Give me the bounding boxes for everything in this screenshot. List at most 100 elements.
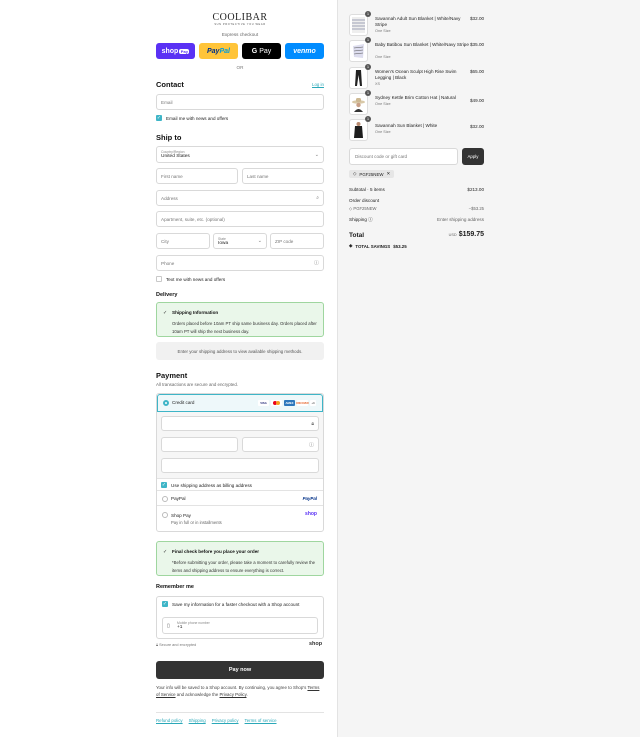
discount-code-value: PGF25NEW: [359, 171, 384, 177]
remove-discount-icon[interactable]: ✕: [387, 171, 391, 177]
state-select[interactable]: State Iowa ⌄: [213, 233, 267, 249]
item-name: Savannah Sun Blanket | White: [375, 123, 438, 128]
item-name: Baby Batibou Sun Blanket | White/Navy St…: [375, 42, 469, 47]
first-name-field[interactable]: First name: [156, 168, 238, 184]
mobile-phone-field[interactable]: ▯ Mobile phone number +1: [162, 617, 318, 634]
mobile-phone-icon: ▯: [167, 623, 170, 629]
refund-policy-link[interactable]: Refund policy: [156, 718, 183, 723]
card-number-field[interactable]: 🔒︎: [161, 416, 319, 431]
savings-label: TOTAL SAVINGS: [355, 243, 391, 249]
shipping-info-body: Orders placed before 10am PT ship same b…: [172, 321, 317, 334]
expiration-field[interactable]: [161, 437, 238, 452]
paypal-label: PayPal: [171, 496, 186, 501]
delivery-heading: Delivery: [156, 292, 178, 298]
last-name-field[interactable]: Last name: [242, 168, 324, 184]
total-value: $159.75: [458, 231, 484, 238]
city-placeholder: City: [161, 238, 169, 244]
shop-pay-option[interactable]: Shop Pay Pay in full or in installments …: [157, 507, 323, 532]
save-info-checkbox[interactable]: ✓ Save my information for a faster check…: [162, 601, 299, 607]
shipping-methods-text: Enter your shipping address to view avai…: [177, 348, 303, 354]
cart-item: 1 Baby Batibou Sun Blanket | White/Navy …: [349, 37, 486, 62]
folded-blanket-icon: [353, 44, 364, 58]
pay-now-button[interactable]: Pay now: [156, 661, 324, 679]
subtotal-value: $213.00: [467, 187, 484, 192]
quantity-badge: 1: [365, 116, 371, 122]
privacy-link[interactable]: Privacy Policy: [220, 692, 247, 697]
shipping-link[interactable]: Shipping: [189, 718, 206, 723]
zip-field[interactable]: ZIP code: [270, 233, 324, 249]
checkbox-checked-icon: ✓: [156, 114, 162, 121]
footer-links: Refund policy Shipping Privacy policy Te…: [156, 718, 277, 723]
order-discount-row: Order discount: [349, 198, 484, 203]
mobile-phone-value: +1: [177, 625, 183, 630]
footer-divider: [156, 712, 324, 713]
shop-pay-label: Shop Pay: [171, 513, 191, 518]
radio-unselected-icon: [162, 512, 168, 518]
privacy-policy-link[interactable]: Privacy policy: [212, 718, 239, 723]
help-circle-icon[interactable]: ⓘ: [314, 260, 319, 267]
legal-text: Your info will be saved to a Shop accoun…: [156, 684, 324, 698]
final-check-notice: ✓ Final check before you place your orde…: [156, 541, 324, 576]
last-name-placeholder: Last name: [247, 173, 269, 179]
payment-methods: Credit card VISA AMEX DISCOVER +3 🔒︎ ⓘ ✓…: [156, 393, 324, 532]
quantity-badge: 1: [365, 90, 371, 96]
discount-code-input[interactable]: Discount code or gift card: [349, 148, 458, 165]
google-pay-button[interactable]: G Pay: [242, 43, 281, 59]
terms-of-service-link[interactable]: Terms of service: [245, 718, 277, 723]
apply-discount-button[interactable]: Apply: [462, 148, 484, 165]
paypal-option[interactable]: PayPal PayPal: [157, 490, 323, 506]
hat-person-icon: [352, 98, 365, 112]
apartment-field[interactable]: Apartment, suite, etc. (optional): [156, 211, 324, 227]
paypal-button[interactable]: Pay Pal: [199, 43, 238, 59]
discover-icon: DISCOVER: [296, 400, 309, 406]
item-variant: One Size: [375, 130, 391, 134]
credit-card-form: 🔒︎ ⓘ: [157, 412, 323, 479]
remember-me-box: ✓ Save my information for a faster check…: [156, 596, 324, 639]
billing-address-checkbox[interactable]: ✓ Use shipping address as billing addres…: [161, 482, 252, 488]
shipping-methods-placeholder: Enter your shipping address to view avai…: [156, 342, 324, 360]
cart-item: 1 Sydney Kettle Brim Cotton Hat | Natura…: [349, 90, 486, 115]
venmo-button[interactable]: venmo: [285, 43, 324, 59]
brand-logo[interactable]: COOLIBAR SUN PROTECTIVE YOU WEAR: [156, 12, 324, 26]
help-circle-icon[interactable]: ⓘ: [309, 441, 314, 448]
email-news-checkbox[interactable]: ✓ Email me with news and offers: [156, 115, 228, 121]
product-thumbnail: [349, 119, 368, 141]
final-check-body: *Before submitting your order, please ta…: [172, 560, 316, 573]
lock-icon: 🔒︎: [311, 420, 314, 427]
apartment-placeholder: Apartment, suite, etc. (optional): [161, 216, 225, 222]
legal-text-2: and acknowledge the: [176, 692, 219, 697]
tag-icon: ◇: [353, 171, 357, 176]
address-field[interactable]: Address ⌕: [156, 190, 324, 206]
mastercard-icon: [271, 400, 282, 406]
login-link[interactable]: Log in: [312, 82, 324, 87]
billing-address-label: Use shipping address as billing address: [171, 482, 252, 488]
total-savings: ◈ TOTAL SAVINGS $53.25: [349, 243, 407, 249]
credit-card-option[interactable]: Credit card VISA AMEX DISCOVER +3: [157, 394, 323, 412]
shipping-info-notice: ✓ Shipping Information Orders placed bef…: [156, 302, 324, 337]
shop-pay-tag: Pay: [179, 48, 190, 54]
checkout-form-panel: COOLIBAR SUN PROTECTIVE YOU WEAR Express…: [0, 0, 337, 737]
express-checkout-buttons: shop Pay Pay Pal G Pay venmo: [156, 43, 324, 59]
legal-period: .: [246, 692, 248, 697]
shop-pay-button[interactable]: shop Pay: [156, 43, 195, 59]
checkbox-unchecked-icon: [156, 276, 162, 282]
radio-selected-icon: [163, 400, 169, 406]
phone-placeholder: Phone: [161, 260, 175, 266]
quantity-badge: 1: [365, 64, 371, 70]
city-field[interactable]: City: [156, 233, 210, 249]
item-name: Savannah Adult Sun Blanket | White/Navy …: [375, 16, 461, 27]
name-on-card-field[interactable]: [161, 458, 319, 473]
check-circle-icon: ✓: [163, 549, 168, 555]
payment-heading: Payment: [156, 371, 188, 380]
paypal-logo: PayPal: [302, 496, 317, 501]
text-news-checkbox[interactable]: Text me with news and offers: [156, 276, 225, 282]
help-circle-icon[interactable]: ⓘ: [368, 217, 373, 222]
radio-unselected-icon: [162, 496, 168, 502]
phone-field[interactable]: Phone ⓘ: [156, 255, 324, 271]
country-select[interactable]: Country/Region United States ⌄: [156, 146, 324, 163]
applied-discount-tag: ◇ PGF25NEW ✕: [349, 170, 395, 178]
security-code-field[interactable]: ⓘ: [242, 437, 319, 452]
brand-name: COOLIBAR: [212, 12, 268, 23]
email-field[interactable]: Email: [156, 94, 324, 110]
more-cards-badge: +3: [310, 400, 316, 406]
